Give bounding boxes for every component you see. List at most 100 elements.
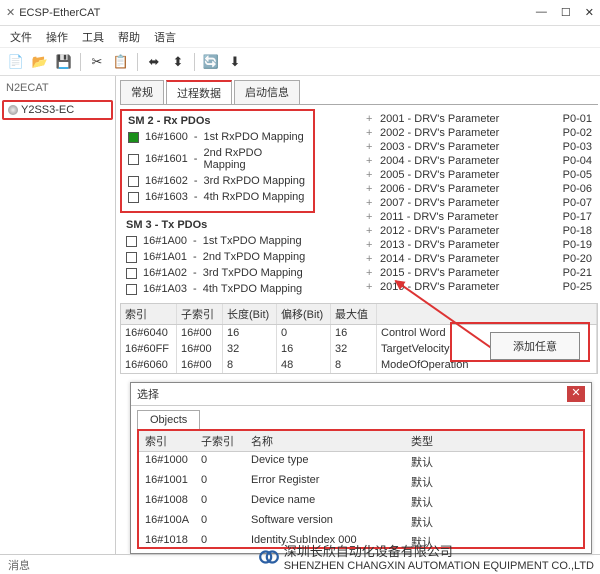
pdo-label: 1st RxPDO Mapping	[204, 131, 304, 143]
pdo-label: 1st TxPDO Mapping	[203, 235, 302, 247]
minimize-icon[interactable]: —	[536, 6, 547, 19]
menu-file[interactable]: 文件	[10, 29, 32, 45]
menubar: 文件 操作 工具 帮助 语言	[0, 26, 600, 48]
menu-help[interactable]: 帮助	[118, 29, 140, 45]
select-close-icon[interactable]: ✕	[567, 386, 585, 402]
pdo-row[interactable]: 16#1601-2nd RxPDO Mapping	[128, 145, 307, 173]
expand-icon[interactable]: +	[366, 239, 376, 251]
window-title: ECSP-EtherCAT	[19, 7, 100, 19]
tab-startup[interactable]: 启动信息	[234, 80, 300, 104]
param-row[interactable]: +2007 - DRV's ParameterP0-07	[366, 196, 592, 210]
sm2-title: SM 2 - Rx PDOs	[128, 113, 307, 129]
cut-icon[interactable]: ✂	[87, 52, 107, 72]
pdo-index: 16#1603	[145, 191, 188, 203]
objects-grid: 索引 子索引 名称 类型 16#10000Device type默认16#100…	[137, 429, 585, 549]
select-title: 选择	[137, 386, 159, 402]
sidebar: N2ECAT Y2SS3-EC	[0, 76, 116, 554]
pdo-label: 2nd RxPDO Mapping	[203, 147, 307, 171]
param-row[interactable]: +2014 - DRV's ParameterP0-20	[366, 252, 592, 266]
object-row[interactable]: 16#100A0Software version默认	[139, 512, 583, 532]
pdo-row[interactable]: 16#1A02-3rd TxPDO Mapping	[126, 265, 309, 281]
col-max: 最大值	[331, 304, 377, 324]
pdo-index: 16#1601	[145, 153, 188, 165]
maximize-icon[interactable]: ☐	[561, 6, 571, 19]
param-row[interactable]: +2005 - DRV's ParameterP0-05	[366, 168, 592, 182]
checkbox-icon[interactable]	[128, 132, 139, 143]
save-icon[interactable]: 💾	[54, 52, 74, 72]
object-row[interactable]: 16#10000Device type默认	[139, 452, 583, 472]
menu-operate[interactable]: 操作	[46, 29, 68, 45]
ocol-index: 索引	[139, 433, 201, 449]
param-list[interactable]: +2001 - DRV's ParameterP0-01+2002 - DRV'…	[366, 112, 592, 294]
pdo-row[interactable]: 16#1A03-4th TxPDO Mapping	[126, 281, 309, 297]
expand-icon[interactable]: ⬌	[144, 52, 164, 72]
collapse-icon[interactable]: ⬍	[168, 52, 188, 72]
expand-icon[interactable]: +	[366, 253, 376, 265]
pdo-row[interactable]: 16#1A00-1st TxPDO Mapping	[126, 233, 309, 249]
copy-icon[interactable]: 📋	[111, 52, 131, 72]
open-icon[interactable]: 📂	[30, 52, 50, 72]
new-icon[interactable]: 📄	[6, 52, 26, 72]
pdo-label: 2nd TxPDO Mapping	[203, 251, 306, 263]
pdo-row[interactable]: 16#1603-4th RxPDO Mapping	[128, 189, 307, 205]
param-row[interactable]: +2002 - DRV's ParameterP0-02	[366, 126, 592, 140]
objects-tab[interactable]: Objects	[137, 410, 200, 429]
menu-lang[interactable]: 语言	[154, 29, 176, 45]
checkbox-icon[interactable]	[128, 176, 139, 187]
expand-icon[interactable]: +	[366, 141, 376, 153]
select-dialog: 选择 ✕ Objects 索引 子索引 名称 类型 16#10000Device…	[130, 382, 592, 554]
expand-icon[interactable]: +	[366, 169, 376, 181]
watermark-en: SHENZHEN CHANGXIN AUTOMATION EQUIPMENT C…	[284, 560, 594, 572]
pdo-label: 4th TxPDO Mapping	[203, 283, 302, 295]
expand-icon[interactable]: +	[366, 211, 376, 223]
col-offset: 偏移(Bit)	[277, 304, 331, 324]
pdo-index: 16#1A02	[143, 267, 187, 279]
tab-general[interactable]: 常规	[120, 80, 164, 104]
pdo-row[interactable]: 16#1602-3rd RxPDO Mapping	[128, 173, 307, 189]
expand-icon[interactable]: +	[366, 127, 376, 139]
param-row[interactable]: +2011 - DRV's ParameterP0-17	[366, 210, 592, 224]
close-icon[interactable]: ✕	[585, 6, 594, 19]
pdo-index: 16#1602	[145, 175, 188, 187]
col-length: 长度(Bit)	[223, 304, 277, 324]
checkbox-icon[interactable]	[126, 284, 137, 295]
object-row[interactable]: 16#10080Device name默认	[139, 492, 583, 512]
checkbox-icon[interactable]	[128, 154, 139, 165]
download-icon[interactable]: ⬇	[225, 52, 245, 72]
app-icon: ✕	[6, 6, 15, 19]
param-row[interactable]: +2012 - DRV's ParameterP0-18	[366, 224, 592, 238]
expand-icon[interactable]: +	[366, 197, 376, 209]
expand-icon[interactable]: +	[366, 281, 376, 293]
expand-icon[interactable]: +	[366, 225, 376, 237]
tree-device[interactable]: Y2SS3-EC	[2, 100, 113, 120]
expand-icon[interactable]: +	[366, 183, 376, 195]
col-name	[377, 304, 597, 324]
param-row[interactable]: +2001 - DRV's ParameterP0-01	[366, 112, 592, 126]
checkbox-icon[interactable]	[126, 236, 137, 247]
param-row[interactable]: +2004 - DRV's ParameterP0-04	[366, 154, 592, 168]
pdo-index: 16#1A01	[143, 251, 187, 263]
ocol-sub: 子索引	[201, 433, 251, 449]
tab-process[interactable]: 过程数据	[166, 80, 232, 104]
expand-icon[interactable]: +	[366, 113, 376, 125]
add-any-button[interactable]: 添加任意	[490, 332, 580, 360]
titlebar: ✕ ECSP-EtherCAT — ☐ ✕	[0, 0, 600, 26]
pdo-label: 3rd RxPDO Mapping	[204, 175, 306, 187]
checkbox-icon[interactable]	[126, 268, 137, 279]
param-row[interactable]: +2013 - DRV's ParameterP0-19	[366, 238, 592, 252]
toolbar: 📄 📂 💾 ✂ 📋 ⬌ ⬍ 🔄 ⬇	[0, 48, 600, 76]
menu-tools[interactable]: 工具	[82, 29, 104, 45]
expand-icon[interactable]: +	[366, 267, 376, 279]
expand-icon[interactable]: +	[366, 155, 376, 167]
param-row[interactable]: +2003 - DRV's ParameterP0-03	[366, 140, 592, 154]
refresh-icon[interactable]: 🔄	[201, 52, 221, 72]
tree-root[interactable]: N2ECAT	[2, 80, 113, 96]
param-row[interactable]: +2006 - DRV's ParameterP0-06	[366, 182, 592, 196]
checkbox-icon[interactable]	[128, 192, 139, 203]
pdo-label: 4th RxPDO Mapping	[204, 191, 305, 203]
pdo-row[interactable]: 16#1600-1st RxPDO Mapping	[128, 129, 307, 145]
ocol-type: 类型	[411, 433, 583, 449]
checkbox-icon[interactable]	[126, 252, 137, 263]
object-row[interactable]: 16#10010Error Register默认	[139, 472, 583, 492]
pdo-row[interactable]: 16#1A01-2nd TxPDO Mapping	[126, 249, 309, 265]
